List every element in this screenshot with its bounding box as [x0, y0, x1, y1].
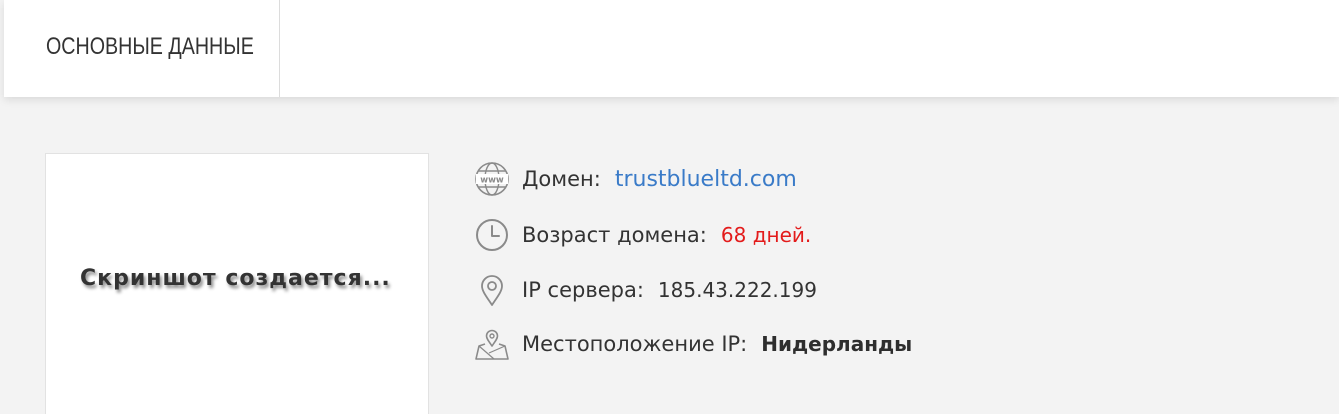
domain-link[interactable]: trustblueltd.com — [615, 167, 797, 192]
domain-label: Домен: — [522, 167, 601, 191]
svg-text:www: www — [480, 176, 504, 186]
www-globe-icon: www — [474, 161, 510, 197]
server-ip-row: IP сервера: 185.43.222.199 — [474, 273, 817, 307]
screenshot-placeholder-text: Скриншот создается... — [80, 266, 391, 291]
domain-age-label: Возраст домена: — [522, 223, 707, 247]
domain-age-row: Возраст домена: 68 дней. — [474, 218, 811, 252]
page-title: ОСНОВНЫЕ ДАННЫЕ — [46, 33, 254, 60]
server-ip-value: 185.43.222.199 — [657, 278, 817, 302]
ip-location-value: Нидерланды — [761, 332, 913, 356]
clock-icon — [474, 217, 510, 253]
site-screenshot: Скриншот создается... — [45, 153, 429, 414]
map-location-icon — [474, 326, 510, 362]
domain-age-value: 68 дней. — [720, 223, 812, 247]
ip-location-label: Местоположение IP: — [522, 332, 748, 356]
ip-location-row: Местоположение IP: Нидерланды — [474, 327, 912, 361]
tab-main-data[interactable]: ОСНОВНЫЕ ДАННЫЕ — [4, 0, 280, 97]
page-header: ОСНОВНЫЕ ДАННЫЕ — [4, 0, 1339, 97]
server-ip-label: IP сервера: — [522, 278, 644, 302]
domain-row: www Домен: trustblueltd.com — [474, 162, 797, 196]
map-pin-icon — [474, 272, 510, 308]
